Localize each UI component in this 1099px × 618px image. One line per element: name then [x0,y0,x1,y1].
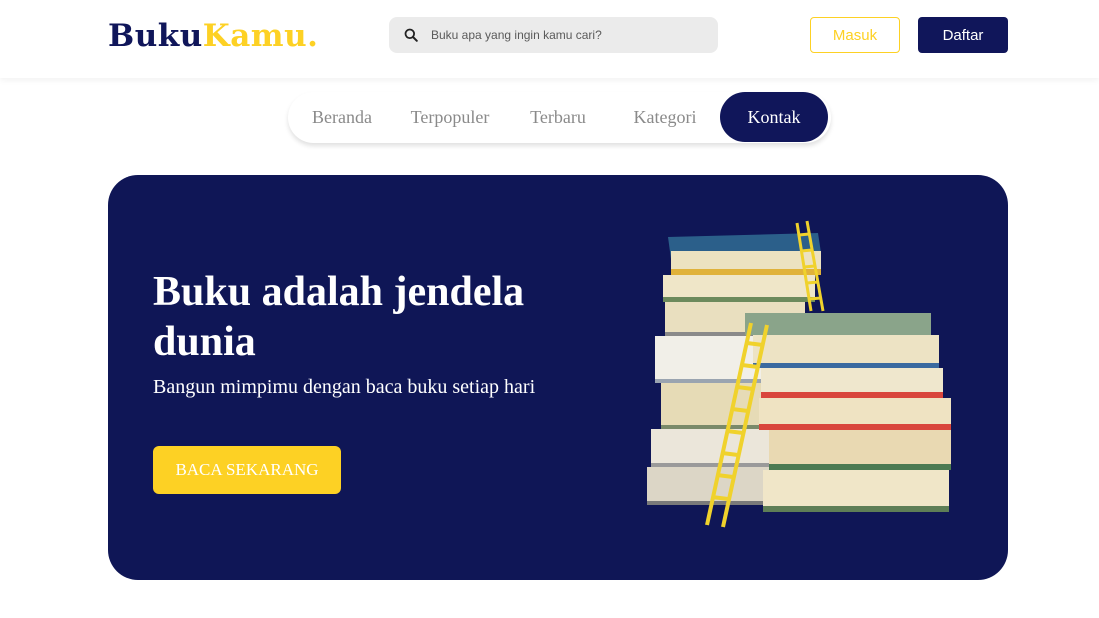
book-stack-illustration [647,220,951,528]
search-icon [404,28,418,42]
hero-title: Buku adalah jendela dunia [153,269,525,365]
top-header: BukuKamu. Masuk Daftar [0,0,1099,78]
nav-item-terpopuler[interactable]: Terpopuler [400,92,500,143]
nav-item-beranda[interactable]: Beranda [296,92,388,143]
hero-subtitle: Bangun mimpimu dengan baca buku setiap h… [153,376,536,398]
nav-item-terbaru[interactable]: Terbaru [514,92,602,143]
logo-text-kamu: Kamu [202,18,308,54]
hero-banner: Buku adalah jendela dunia Bangun mimpimu… [108,175,1008,580]
nav-item-kontak[interactable]: Kontak [720,92,828,142]
search-bar[interactable] [389,17,718,53]
right-book-stack [745,313,951,512]
main-nav: Beranda Terpopuler Terbaru Kategori Kont… [288,92,831,143]
read-now-button[interactable]: BACA SEKARANG [153,446,341,494]
nav-item-kategori[interactable]: Kategori [620,92,710,143]
brand-logo[interactable]: BukuKamu. [108,16,318,56]
search-input[interactable] [431,28,691,42]
login-button[interactable]: Masuk [810,17,900,53]
logo-dot: . [307,18,319,54]
logo-text-buku: Buku [108,18,203,54]
register-button[interactable]: Daftar [918,17,1008,53]
